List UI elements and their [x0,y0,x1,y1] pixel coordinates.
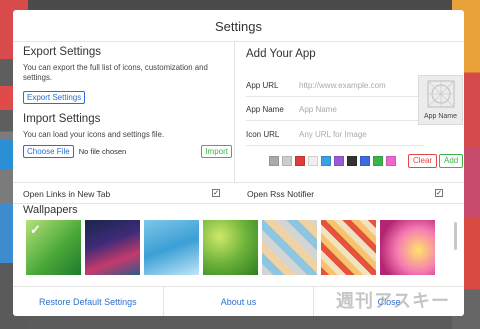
color-swatches [269,156,396,166]
app-name-input[interactable]: App Name [299,105,337,114]
wallpapers-heading: Wallpapers [23,204,78,216]
wallpaper-scrollbar[interactable] [454,222,457,250]
rss-notifier-checkbox[interactable]: ✓ [435,189,443,197]
about-us-button[interactable]: About us [162,287,314,316]
icon-url-field[interactable]: Icon URL Any URL for Image [246,124,424,146]
background-top-bar [28,0,452,10]
app-url-input[interactable]: http://www.example.com [299,81,386,90]
background-tile-blue [0,140,14,170]
settings-left-column: Export Settings You can export the full … [23,46,233,158]
color-swatch[interactable] [386,156,396,166]
export-settings-button[interactable]: Export Settings [23,91,86,104]
color-swatch[interactable] [308,156,318,166]
add-app-panel: Add Your App App URL http://www.example.… [234,42,464,182]
color-swatch[interactable] [295,156,305,166]
wallpaper-thumb-5[interactable] [262,220,317,275]
rss-notifier-label: Open Rss Notifier [247,189,315,199]
watermark-logo: 週刊アスキー [336,291,450,312]
app-icon-preview: App Name [418,75,463,125]
preview-app-name: App Name [423,113,458,120]
color-swatch[interactable] [334,156,344,166]
open-links-checkbox[interactable]: ✓ [212,189,220,197]
wallpaper-thumb-7[interactable] [380,220,435,275]
import-button[interactable]: Import [201,145,232,158]
wallpaper-thumb-2[interactable] [85,220,140,275]
wallpaper-thumb-1[interactable]: ✓ [26,220,81,275]
file-status: No file chosen [78,146,127,156]
file-picker-row: Choose File No file chosen Import [23,144,233,158]
color-swatch[interactable] [282,156,292,166]
options-row: Open Links in New Tab ✓ Open Rss Notifie… [13,182,464,204]
wallpaper-thumb-4[interactable] [203,220,258,275]
export-description: You can export the full list of icons, c… [23,63,208,82]
add-app-heading: Add Your App [246,48,316,60]
settings-dialog: Settings Export Settings You can export … [13,10,464,316]
wallpaper-thumb-3[interactable] [144,220,199,275]
color-swatch[interactable] [269,156,279,166]
icon-url-label: Icon URL [246,130,280,139]
selected-check-icon: ✓ [30,222,41,237]
add-app-button[interactable]: Add [439,154,464,168]
app-name-field[interactable]: App Name App Name [246,99,424,121]
wallpaper-thumb-6[interactable] [321,220,376,275]
color-swatch[interactable] [347,156,357,166]
import-heading: Import Settings [23,113,101,125]
clear-button[interactable]: Clear [408,154,438,168]
icon-url-input[interactable]: Any URL for Image [299,130,367,139]
app-url-label: App URL [246,81,279,90]
restore-defaults-button[interactable]: Restore Default Settings [13,287,163,316]
open-links-label: Open Links in New Tab [23,189,111,199]
app-name-label: App Name [246,105,284,114]
dialog-title: Settings [13,10,464,42]
export-heading: Export Settings [23,46,101,58]
color-swatch[interactable] [321,156,331,166]
wallpaper-list: ✓ [26,220,435,275]
choose-file-button[interactable]: Choose File [23,144,74,158]
color-swatch[interactable] [373,156,383,166]
app-url-field[interactable]: App URL http://www.example.com [246,75,424,97]
placeholder-grid-icon [427,80,455,108]
import-description: You can load your icons and settings fil… [23,130,165,139]
color-swatch[interactable] [360,156,370,166]
